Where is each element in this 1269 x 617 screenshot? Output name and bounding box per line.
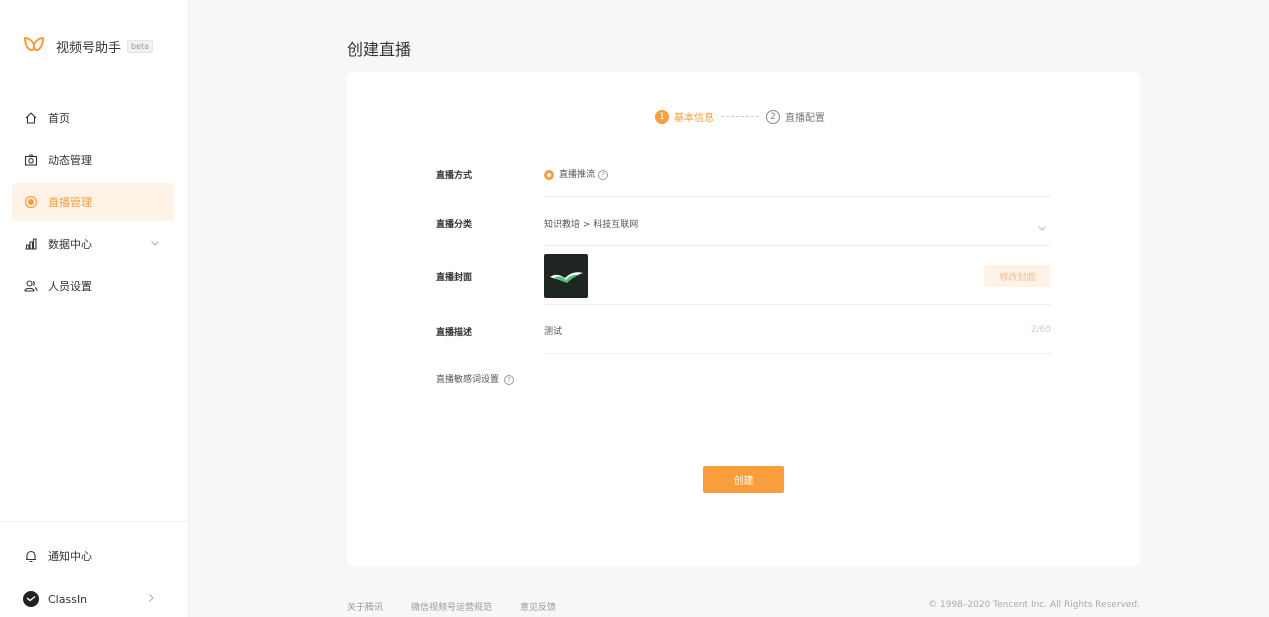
- copyright: © 1998–2020 Tencent Inc. All Rights Rese…: [928, 600, 1140, 610]
- chevron-down-icon[interactable]: [1037, 218, 1047, 237]
- sidebar-item-label: 直播管理: [48, 196, 92, 209]
- sidebar-item-people[interactable]: 人员设置: [12, 267, 174, 305]
- sidebar-nav: 首页 动态管理 直播管理 数据中心 人员设置: [12, 99, 174, 309]
- sidebar-item-posts[interactable]: 动态管理: [12, 141, 174, 179]
- home-icon: [23, 110, 39, 126]
- row-divider: [544, 353, 1051, 354]
- bird-logo-icon: [550, 272, 583, 283]
- cover-image[interactable]: [544, 254, 588, 298]
- help-icon[interactable]: ?: [598, 169, 609, 180]
- account-name: ClassIn: [48, 592, 88, 606]
- brand-name: 视频号助手: [56, 40, 122, 56]
- row-divider: [544, 196, 1051, 197]
- sidebar-item-home[interactable]: 首页: [12, 99, 174, 137]
- mode-radio[interactable]: 直播推流?: [544, 167, 609, 180]
- footer-link-feedback[interactable]: 意见反馈: [520, 600, 556, 613]
- edit-cover-button[interactable]: 修改封面: [984, 265, 1051, 287]
- live-icon: [23, 194, 39, 210]
- sidebar-item-label: 动态管理: [48, 154, 92, 167]
- help-icon[interactable]: ?: [504, 374, 515, 385]
- notification-center[interactable]: 通知中心: [23, 548, 92, 564]
- category-label: 直播分类: [436, 220, 473, 230]
- description-input[interactable]: 测试: [544, 324, 562, 337]
- mode-value: 直播推流: [559, 170, 596, 180]
- step-label: 直播配置: [785, 113, 825, 124]
- users-icon: [23, 278, 39, 294]
- sidebar-divider: [0, 521, 189, 522]
- footer-link-about[interactable]: 关于腾讯: [347, 600, 383, 613]
- account-logo-icon: [23, 591, 39, 607]
- account-switcher[interactable]: ClassIn: [23, 591, 156, 607]
- chevron-down-icon[interactable]: [150, 238, 160, 251]
- form-row-category[interactable]: 直播分类 知识教培 > 科技互联网: [436, 216, 1051, 246]
- step-number: 2: [766, 109, 780, 124]
- step-indicator: 1 基本信息 2 直播配置: [655, 109, 825, 124]
- sidebar-item-label: 人员设置: [48, 280, 92, 293]
- beta-badge: beta: [127, 39, 154, 53]
- step-number: 1: [655, 109, 669, 124]
- footer-link-rules[interactable]: 微信视频号运营规范: [411, 600, 492, 613]
- form-row-sensitive-words: 直播敏感词设置?: [436, 372, 1051, 392]
- description-counter: 2/60: [1030, 325, 1051, 335]
- form-row-description[interactable]: 直播描述 测试 2/60: [436, 324, 1051, 354]
- sidebar-item-label: 数据中心: [48, 238, 92, 251]
- radio-selected-icon[interactable]: [544, 169, 554, 180]
- row-divider: [544, 245, 1051, 246]
- notification-center-label: 通知中心: [48, 550, 92, 563]
- camera-icon: [23, 152, 39, 168]
- cover-label: 直播封面: [436, 273, 473, 283]
- page-title: 创建直播: [347, 40, 412, 59]
- sidebar-item-live[interactable]: 直播管理: [12, 183, 174, 221]
- footer-links: 关于腾讯 微信视频号运营规范 意见反馈: [347, 600, 584, 613]
- brand[interactable]: 视频号助手 beta: [22, 34, 154, 58]
- row-divider: [544, 304, 1051, 305]
- sidebar: 视频号助手 beta 首页 动态管理 直播管理 数据中心 人员设置 通知中心 C…: [0, 0, 189, 617]
- chart-icon: [23, 236, 39, 252]
- sidebar-item-data-center[interactable]: 数据中心: [12, 225, 174, 263]
- sidebar-item-label: 首页: [48, 112, 70, 125]
- form-row-mode: 直播方式 直播推流?: [436, 167, 1051, 197]
- create-live-form-card: 1 基本信息 2 直播配置 直播方式 直播推流? 直播分类 知识教培 > 科技互…: [347, 72, 1140, 566]
- mode-label: 直播方式: [436, 171, 473, 181]
- step-basic-info: 1 基本信息: [655, 109, 714, 124]
- bell-icon: [23, 548, 39, 564]
- step-connector: [721, 116, 759, 117]
- description-label: 直播描述: [436, 328, 473, 338]
- step-live-config: 2 直播配置: [766, 109, 825, 124]
- chevron-right-icon: [146, 593, 156, 606]
- step-label: 基本信息: [674, 113, 714, 124]
- create-button[interactable]: 创建: [703, 466, 784, 493]
- form-row-cover: 直播封面 修改封面: [436, 254, 1051, 305]
- brand-logo-icon: [24, 37, 44, 52]
- sensitive-words-text: 直播敏感词设置: [436, 375, 500, 385]
- sensitive-words-label: 直播敏感词设置?: [436, 372, 515, 385]
- category-select[interactable]: 知识教培 > 科技互联网: [544, 217, 638, 230]
- account-avatar: [23, 591, 39, 607]
